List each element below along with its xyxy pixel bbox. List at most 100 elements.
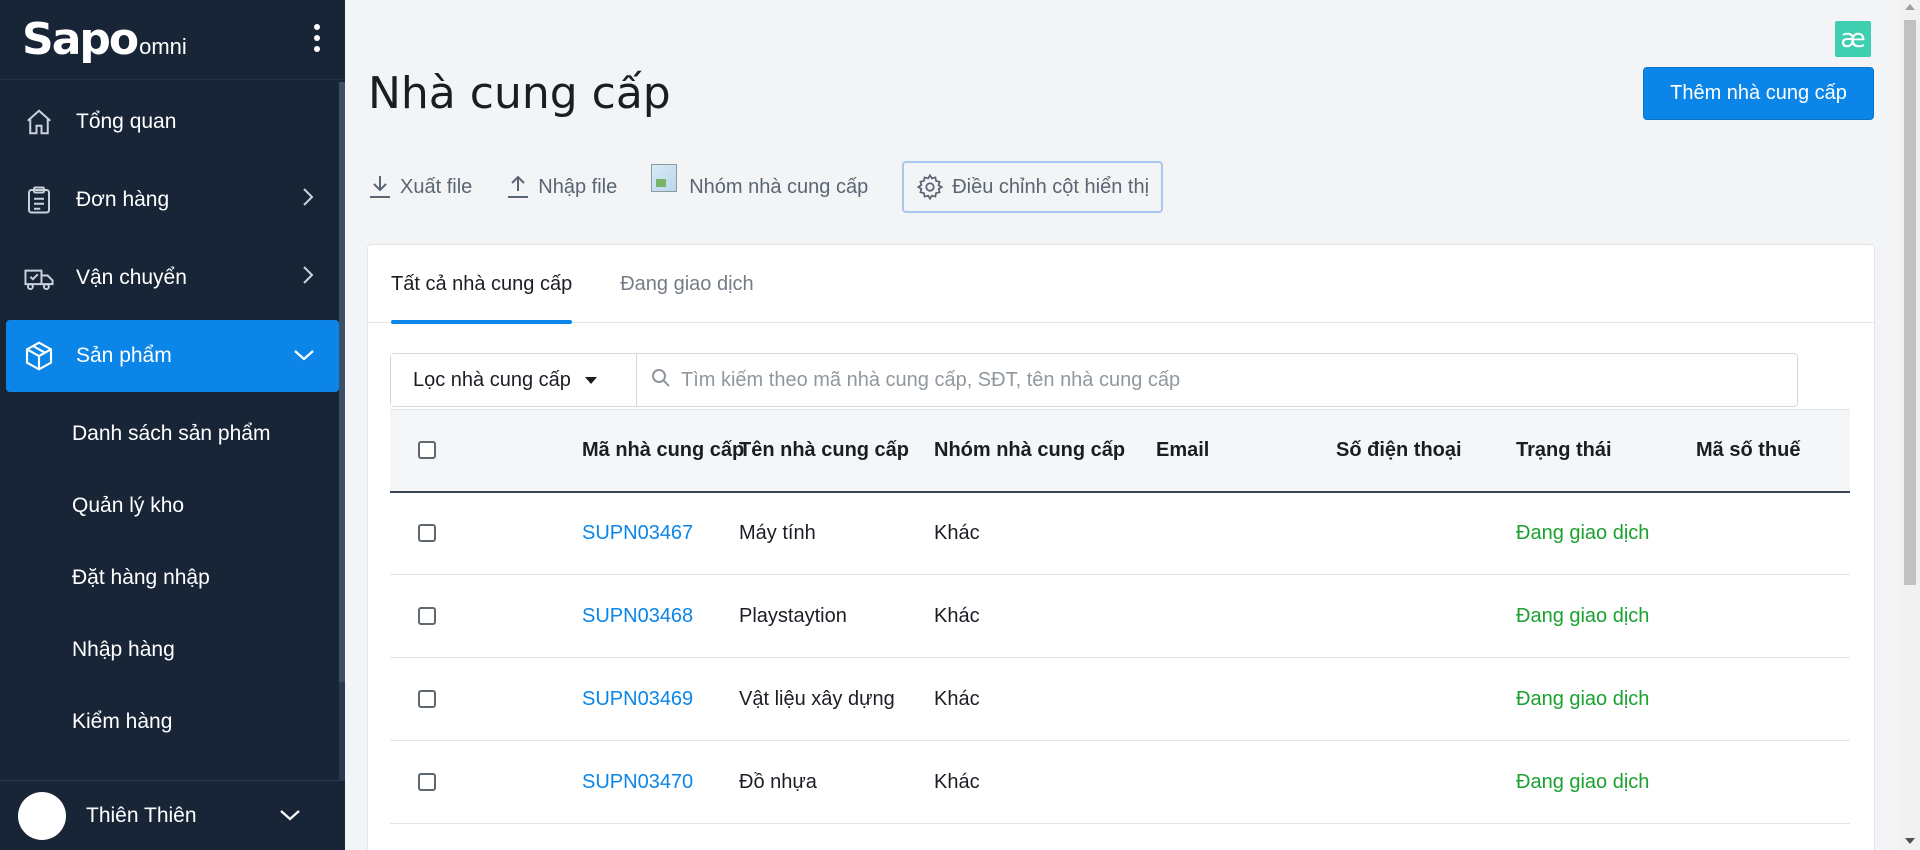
column-header-code[interactable]: Mã nhà cung cấp	[582, 409, 744, 493]
supplier-name: Đồ nhựa	[739, 740, 934, 824]
page-title: Nhà cung cấp	[368, 68, 671, 119]
toolbar: Xuất file Nhập file Nhóm nhà cung cấp Đi…	[368, 160, 1164, 214]
supplier-email	[1156, 740, 1336, 824]
adjust-columns-label: Điều chỉnh cột hiển thị	[952, 175, 1150, 198]
supplier-group-label: Nhóm nhà cung cấp	[689, 175, 869, 198]
search-input[interactable]	[681, 355, 1797, 405]
supplier-name: Vật liệu xây dựng	[739, 657, 934, 741]
supplier-card: Tất cả nhà cung cấp Đang giao dịch Lọc n…	[367, 244, 1875, 850]
sidebar-item-label: Đơn hàng	[76, 188, 170, 211]
import-file-button[interactable]: Nhập file	[506, 160, 617, 214]
supplier-code-link[interactable]: SUPN03467	[582, 491, 739, 575]
sidebar-subitem-product-list[interactable]: Danh sách sản phẩm	[0, 398, 345, 470]
supplier-group-button[interactable]: Nhóm nhà cung cấp	[651, 160, 868, 214]
box-icon	[22, 339, 56, 373]
sidebar-item-shipping[interactable]: Vận chuyển	[6, 242, 339, 314]
supplier-tax	[1696, 740, 1850, 824]
supplier-status: Đang giao dịch	[1516, 491, 1696, 575]
download-icon	[368, 174, 392, 200]
chevron-down-icon	[293, 344, 315, 368]
select-all-checkbox[interactable]	[418, 441, 436, 460]
scroll-down-icon[interactable]	[1905, 838, 1915, 844]
table-row[interactable]: SUPN03469 Vật liệu xây dựng Khác Đang gi…	[390, 657, 1850, 741]
table-row[interactable]: SUPN03467 Máy tính Khác Đang giao dịch	[390, 491, 1850, 575]
supplier-tax	[1696, 491, 1850, 575]
column-header-tax[interactable]: Mã số thuế	[1696, 409, 1850, 493]
supplier-phone	[1336, 491, 1516, 575]
sidebar-item-products[interactable]: Sản phẩm	[6, 320, 339, 392]
row-checkbox[interactable]	[418, 524, 436, 543]
more-vertical-icon[interactable]	[313, 24, 321, 52]
sidebar-nav: Tổng quan Đơn hàng Vận chuyển Sản phẩm D…	[0, 86, 345, 758]
extension-badge[interactable]: æ	[1835, 21, 1871, 57]
supplier-status: Đang giao dịch	[1516, 740, 1696, 824]
row-select-cell	[390, 491, 582, 575]
caret-down-icon	[584, 376, 597, 384]
avatar	[18, 791, 66, 840]
column-header-status[interactable]: Trạng thái	[1516, 409, 1696, 493]
upload-icon	[506, 174, 530, 200]
clipboard-icon	[22, 183, 56, 217]
gear-icon	[916, 173, 944, 201]
search-box	[637, 354, 1797, 406]
logo[interactable]: Sapo	[22, 17, 139, 62]
row-checkbox[interactable]	[418, 607, 436, 626]
supplier-table-wrapper: Mã nhà cung cấp Tên nhà cung cấp Nhóm nh…	[390, 409, 1850, 824]
user-name: Thiên Thiên	[86, 803, 197, 827]
tab-active-suppliers[interactable]: Đang giao dịch	[620, 245, 753, 323]
search-icon	[651, 368, 671, 393]
sidebar-subitem-stock-check[interactable]: Kiểm hàng	[0, 686, 345, 758]
export-file-button[interactable]: Xuất file	[368, 160, 472, 214]
logo-suffix: omni	[139, 33, 187, 59]
supplier-tax	[1696, 574, 1850, 658]
add-supplier-button[interactable]: Thêm nhà cung cấp	[1643, 67, 1874, 120]
column-header-email[interactable]: Email	[1156, 409, 1336, 493]
supplier-group: Khác	[934, 740, 1156, 824]
supplier-phone	[1336, 574, 1516, 658]
supplier-code-link[interactable]: SUPN03470	[582, 740, 739, 824]
page-scrollbar[interactable]	[1900, 0, 1920, 850]
supplier-status: Đang giao dịch	[1516, 657, 1696, 741]
scroll-up-icon[interactable]	[1905, 4, 1915, 10]
sidebar-item-orders[interactable]: Đơn hàng	[6, 164, 339, 236]
filter-supplier-dropdown[interactable]: Lọc nhà cung cấp	[391, 354, 637, 406]
supplier-phone	[1336, 657, 1516, 741]
supplier-email	[1156, 491, 1336, 575]
supplier-table: Mã nhà cung cấp Tên nhà cung cấp Nhóm nh…	[390, 409, 1850, 824]
import-file-label: Nhập file	[538, 175, 618, 198]
user-menu[interactable]: Thiên Thiên	[0, 780, 345, 850]
sidebar-item-label: Vận chuyển	[76, 266, 187, 289]
logo-bar: Sapo omni	[0, 0, 345, 80]
sidebar-subitem-receive-goods[interactable]: Nhập hàng	[0, 614, 345, 686]
sidebar-item-label: Tổng quan	[76, 110, 177, 133]
chevron-right-icon	[301, 265, 315, 291]
supplier-email	[1156, 574, 1336, 658]
sidebar-item-label: Sản phẩm	[76, 344, 172, 367]
supplier-status: Đang giao dịch	[1516, 574, 1696, 658]
tab-all-suppliers[interactable]: Tất cả nhà cung cấp	[391, 245, 573, 324]
adjust-columns-button[interactable]: Điều chỉnh cột hiển thị	[902, 161, 1164, 213]
table-row[interactable]: SUPN03468 Playstaytion Khác Đang giao dị…	[390, 574, 1850, 658]
table-header-row: Mã nhà cung cấp Tên nhà cung cấp Nhóm nh…	[390, 409, 1850, 493]
supplier-phone	[1336, 740, 1516, 824]
scrollbar-thumb[interactable]	[1904, 20, 1916, 585]
filter-row: Lọc nhà cung cấp	[390, 353, 1798, 407]
column-header-group[interactable]: Nhóm nhà cung cấp	[934, 409, 1156, 493]
supplier-code-link[interactable]: SUPN03468	[582, 574, 739, 658]
row-select-cell	[390, 740, 582, 824]
column-header-name[interactable]: Tên nhà cung cấp	[739, 409, 934, 493]
row-checkbox[interactable]	[418, 773, 436, 792]
sidebar-subitem-purchase-orders[interactable]: Đặt hàng nhập	[0, 542, 345, 614]
table-row[interactable]: SUPN03470 Đồ nhựa Khác Đang giao dịch	[390, 740, 1850, 824]
broken-image-icon	[651, 164, 678, 192]
sidebar-item-overview[interactable]: Tổng quan	[6, 86, 339, 158]
export-file-label: Xuất file	[400, 175, 473, 198]
row-checkbox[interactable]	[418, 690, 436, 709]
filter-label: Lọc nhà cung cấp	[413, 368, 571, 391]
tab-bar: Tất cả nhà cung cấp Đang giao dịch	[368, 245, 1874, 324]
supplier-code-link[interactable]: SUPN03469	[582, 657, 739, 741]
supplier-group: Khác	[934, 657, 1156, 741]
column-header-phone[interactable]: Số điện thoại	[1336, 409, 1516, 493]
sidebar-subitem-inventory[interactable]: Quản lý kho	[0, 470, 345, 542]
sidebar: Sapo omni Tổng quan Đơn hàng Vận chuyển	[0, 0, 345, 850]
